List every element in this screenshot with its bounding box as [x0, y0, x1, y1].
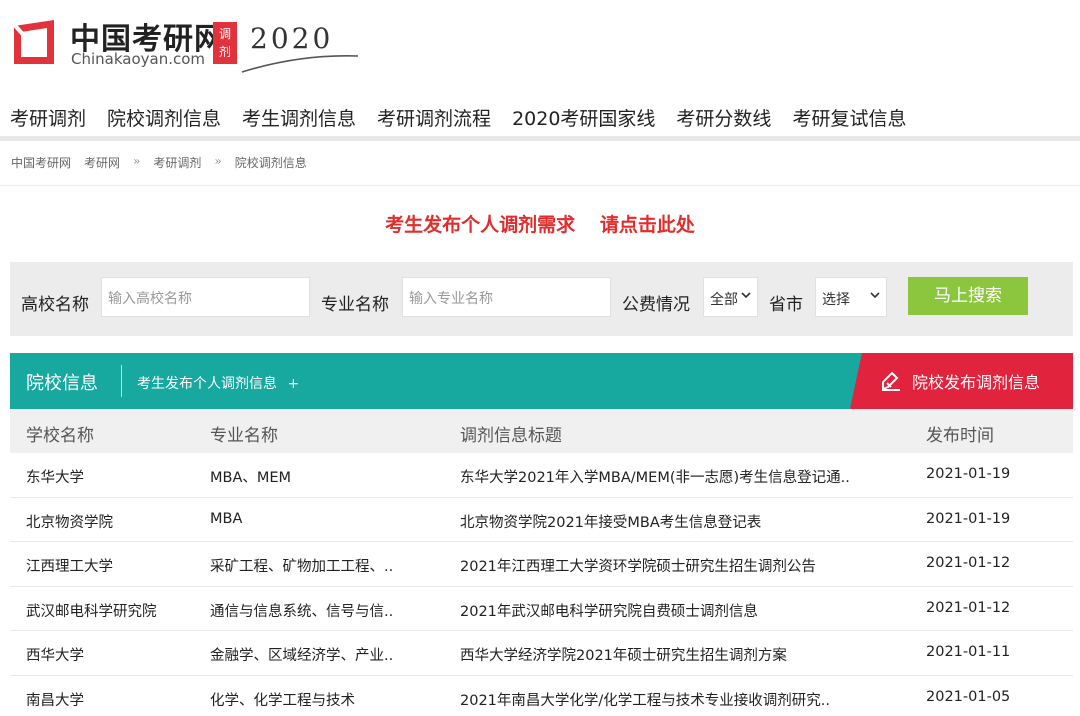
breadcrumb-link-home[interactable]: 中国考研网	[11, 154, 71, 171]
logo-domain: Chinakaoyan.com	[71, 50, 206, 68]
title-link[interactable]: 东华大学2021年入学MBA/MEM(非一志愿)考生信息登记通..	[460, 466, 880, 487]
table-row[interactable]: 北京物资学院 MBA 北京物资学院2021年接受MBA考生信息登记表 2021-…	[10, 497, 1073, 542]
column-header-school: 学校名称	[26, 426, 94, 446]
site-header: 中国考研网 Chinakaoyan.com 调剂 2020	[0, 0, 1080, 90]
school-name-label: 高校名称	[21, 295, 89, 315]
school-cell[interactable]: 西华大学	[26, 644, 196, 665]
info-tab-bar: 院校信息 考生发布个人调剂信息 + 院校发布调剂信息	[10, 353, 1073, 409]
post-school-info-label: 院校发布调剂信息	[912, 373, 1041, 392]
breadcrumb-current: 院校调剂信息	[234, 156, 307, 170]
search-button[interactable]: 马上搜索	[908, 277, 1028, 315]
title-link[interactable]: 西华大学经济学院2021年硕士研究生招生调剂方案	[460, 644, 880, 665]
edit-icon	[882, 371, 900, 391]
tab-school-info[interactable]: 院校信息	[26, 369, 98, 395]
title-link[interactable]: 2021年江西理工大学资环学院硕士研究生招生调剂公告	[460, 555, 880, 576]
nav-divider	[0, 136, 1080, 141]
table-row[interactable]: 江西理工大学 采矿工程、矿物加工工程、.. 2021年江西理工大学资环学院硕士研…	[10, 542, 1073, 587]
breadcrumb-separator: »	[133, 154, 141, 168]
major-cell: MBA、MEM	[210, 470, 292, 486]
tab-divider	[121, 365, 122, 397]
post-demand-banner: 考生发布个人调剂需求 请点击此处	[0, 210, 1080, 237]
fee-status-label: 公费情况	[622, 295, 690, 315]
province-select[interactable]: 选择	[815, 277, 887, 317]
chevron-down-icon	[870, 292, 880, 299]
post-personal-info-link[interactable]: 考生发布个人调剂信息 +	[137, 373, 299, 393]
post-demand-text[interactable]: 考生发布个人调剂需求	[385, 214, 575, 236]
post-school-info-button[interactable]: 院校发布调剂信息	[880, 353, 1040, 409]
breadcrumb-link-kaoyan[interactable]: 考研网	[84, 154, 120, 171]
logo-mark-icon[interactable]	[10, 18, 58, 68]
major-name-label: 专业名称	[321, 295, 389, 315]
major-cell: 通信与信息系统、信号与信..	[210, 603, 394, 620]
date-cell: 2021-01-12	[926, 555, 1011, 571]
date-cell: 2021-01-19	[926, 510, 1011, 527]
logo-tag-text: 调剂	[219, 27, 232, 59]
school-cell[interactable]: 南昌大学	[26, 689, 196, 710]
title-link[interactable]: 2021年武汉邮电科学研究院自费硕士调剂信息	[460, 600, 880, 621]
nav-item-national-line[interactable]: 2020考研国家线	[502, 96, 666, 136]
plus-icon: +	[287, 376, 300, 392]
nav-item-student-info[interactable]: 考生调剂信息	[232, 96, 367, 136]
major-cell: 金融学、区域经济学、产业..	[210, 648, 394, 664]
province-label: 省市	[769, 295, 803, 315]
post-personal-info-label: 考生发布个人调剂信息	[137, 376, 277, 392]
column-header-title: 调剂信息标题	[460, 426, 562, 446]
major-name-input[interactable]: 输入专业名称	[402, 277, 611, 317]
school-cell[interactable]: 江西理工大学	[26, 555, 196, 576]
date-cell: 2021-01-19	[926, 466, 1011, 482]
breadcrumb-divider	[0, 185, 1080, 186]
date-cell: 2021-01-05	[926, 688, 1011, 705]
table-header: 学校名称 专业名称 调剂信息标题 发布时间	[10, 409, 1073, 453]
table-row[interactable]: 南昌大学 化学、化学工程与技术 2021年南昌大学化学/化学工程与技术专业接收调…	[10, 675, 1073, 716]
chevron-down-icon	[741, 292, 751, 299]
date-cell: 2021-01-11	[926, 644, 1011, 660]
major-cell: 化学、化学工程与技术	[210, 692, 355, 709]
logo-tag: 调剂	[213, 22, 237, 64]
school-cell[interactable]: 武汉邮电科学研究院	[26, 600, 196, 621]
nav-item-kaoyan-tiaoji[interactable]: 考研调剂	[0, 96, 97, 136]
fee-status-value: 全部	[710, 292, 738, 308]
table-row[interactable]: 西华大学 金融学、区域经济学、产业.. 西华大学经济学院2021年硕士研究生招生…	[10, 631, 1073, 676]
swoosh-icon	[241, 55, 359, 73]
nav-item-retest[interactable]: 考研复试信息	[782, 96, 917, 136]
main-nav: 考研调剂 院校调剂信息 考生调剂信息 考研调剂流程 2020考研国家线 考研分数…	[0, 96, 1080, 136]
column-header-date: 发布时间	[926, 426, 994, 446]
table-row[interactable]: 东华大学 MBA、MEM 东华大学2021年入学MBA/MEM(非一志愿)考生信…	[10, 453, 1073, 498]
nav-item-school-info[interactable]: 院校调剂信息	[97, 96, 232, 136]
fee-status-select[interactable]: 全部	[703, 277, 758, 317]
title-link[interactable]: 2021年南昌大学化学/化学工程与技术专业接收调剂研究..	[460, 689, 880, 710]
school-cell[interactable]: 北京物资学院	[26, 511, 196, 532]
nav-item-process[interactable]: 考研调剂流程	[367, 96, 502, 136]
click-here-link[interactable]: 请点击此处	[600, 214, 695, 236]
school-name-input[interactable]: 输入高校名称	[101, 277, 310, 317]
nav-item-score-line[interactable]: 考研分数线	[666, 96, 782, 136]
breadcrumb: 中国考研网 考研网 » 考研调剂 » 院校调剂信息	[11, 154, 320, 171]
school-cell[interactable]: 东华大学	[26, 466, 196, 487]
breadcrumb-link-tiaoji[interactable]: 考研调剂	[153, 154, 201, 171]
title-link[interactable]: 北京物资学院2021年接受MBA考生信息登记表	[460, 511, 880, 532]
column-header-major: 专业名称	[210, 426, 278, 446]
breadcrumb-separator: »	[214, 154, 222, 168]
table-row[interactable]: 武汉邮电科学研究院 通信与信息系统、信号与信.. 2021年武汉邮电科学研究院自…	[10, 586, 1073, 631]
province-value: 选择	[822, 292, 850, 308]
date-cell: 2021-01-12	[926, 599, 1011, 616]
major-cell: 采矿工程、矿物加工工程、..	[210, 559, 394, 575]
search-panel: 高校名称 输入高校名称 专业名称 输入专业名称 公费情况 全部 省市 选择 马上…	[10, 262, 1073, 336]
major-cell: MBA	[210, 510, 243, 527]
